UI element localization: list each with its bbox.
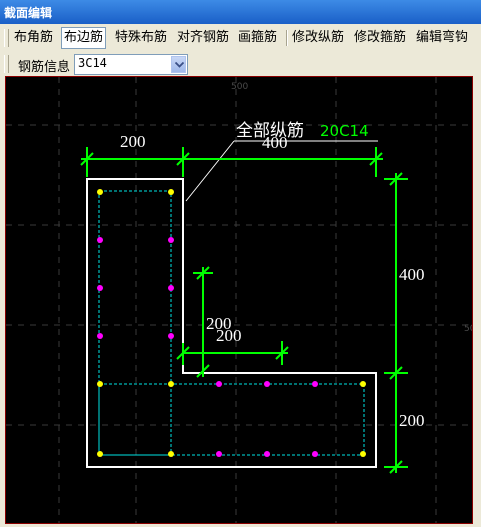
toolbar-button-align-bars[interactable]: 对齐钢筋	[177, 28, 229, 48]
toolbar-grip[interactable]	[4, 55, 9, 73]
right-panel-edge	[473, 76, 481, 527]
rebar-info-select[interactable]: 3C14	[74, 54, 188, 75]
toolbar-button-special-bars[interactable]: 特殊布筋	[115, 28, 167, 48]
dim-inner-horizontal: 200	[216, 326, 242, 345]
annotation-value: 20C14	[320, 122, 369, 140]
toolbar-button-corner-bars[interactable]: 布角筋	[14, 28, 53, 48]
toolbar-button-edit-long-bars[interactable]: 修改纵筋	[292, 28, 344, 48]
dim-top-left: 200	[120, 132, 146, 151]
dim-top-total: 400	[262, 133, 288, 152]
rebar-info-bar: 钢筋信息 3C14	[0, 52, 481, 76]
side-bars	[97, 237, 318, 457]
rebar-info-label: 钢筋信息	[18, 60, 71, 75]
title-bar: 截面编辑	[0, 0, 481, 24]
chevron-down-icon[interactable]	[171, 56, 186, 73]
window-title: 截面编辑	[4, 6, 53, 20]
toolbar-button-draw-stirrup[interactable]: 画箍筋	[238, 28, 277, 48]
section-outline	[86, 178, 377, 468]
toolbar-grip[interactable]	[4, 29, 9, 47]
main-toolbar: 布角筋 布边筋 特殊布筋 对齐钢筋 画箍筋 修改纵筋 修改箍筋 编辑弯钩	[0, 24, 481, 53]
dim-right-bottom: 200	[399, 411, 425, 430]
stirrups	[98, 190, 365, 456]
corner-bars	[97, 189, 366, 457]
grid-label-top: 500	[231, 82, 248, 92]
annotation-leader	[185, 140, 235, 202]
toolbar-separator	[286, 30, 288, 46]
grid-lines	[6, 77, 472, 523]
drawing-canvas[interactable]: 500 500 全部纵筋 20C14	[5, 76, 473, 524]
dimension-lines	[80, 147, 408, 474]
rebar-info-value: 3C14	[78, 56, 107, 70]
grid-label-right: 500	[464, 324, 472, 334]
toolbar-button-side-bars[interactable]: 布边筋	[61, 27, 107, 49]
toolbar-button-edit-stirrups[interactable]: 修改箍筋	[354, 28, 406, 48]
toolbar-button-edit-hooks[interactable]: 编辑弯钩	[416, 28, 468, 48]
dim-right-top: 400	[399, 265, 425, 284]
